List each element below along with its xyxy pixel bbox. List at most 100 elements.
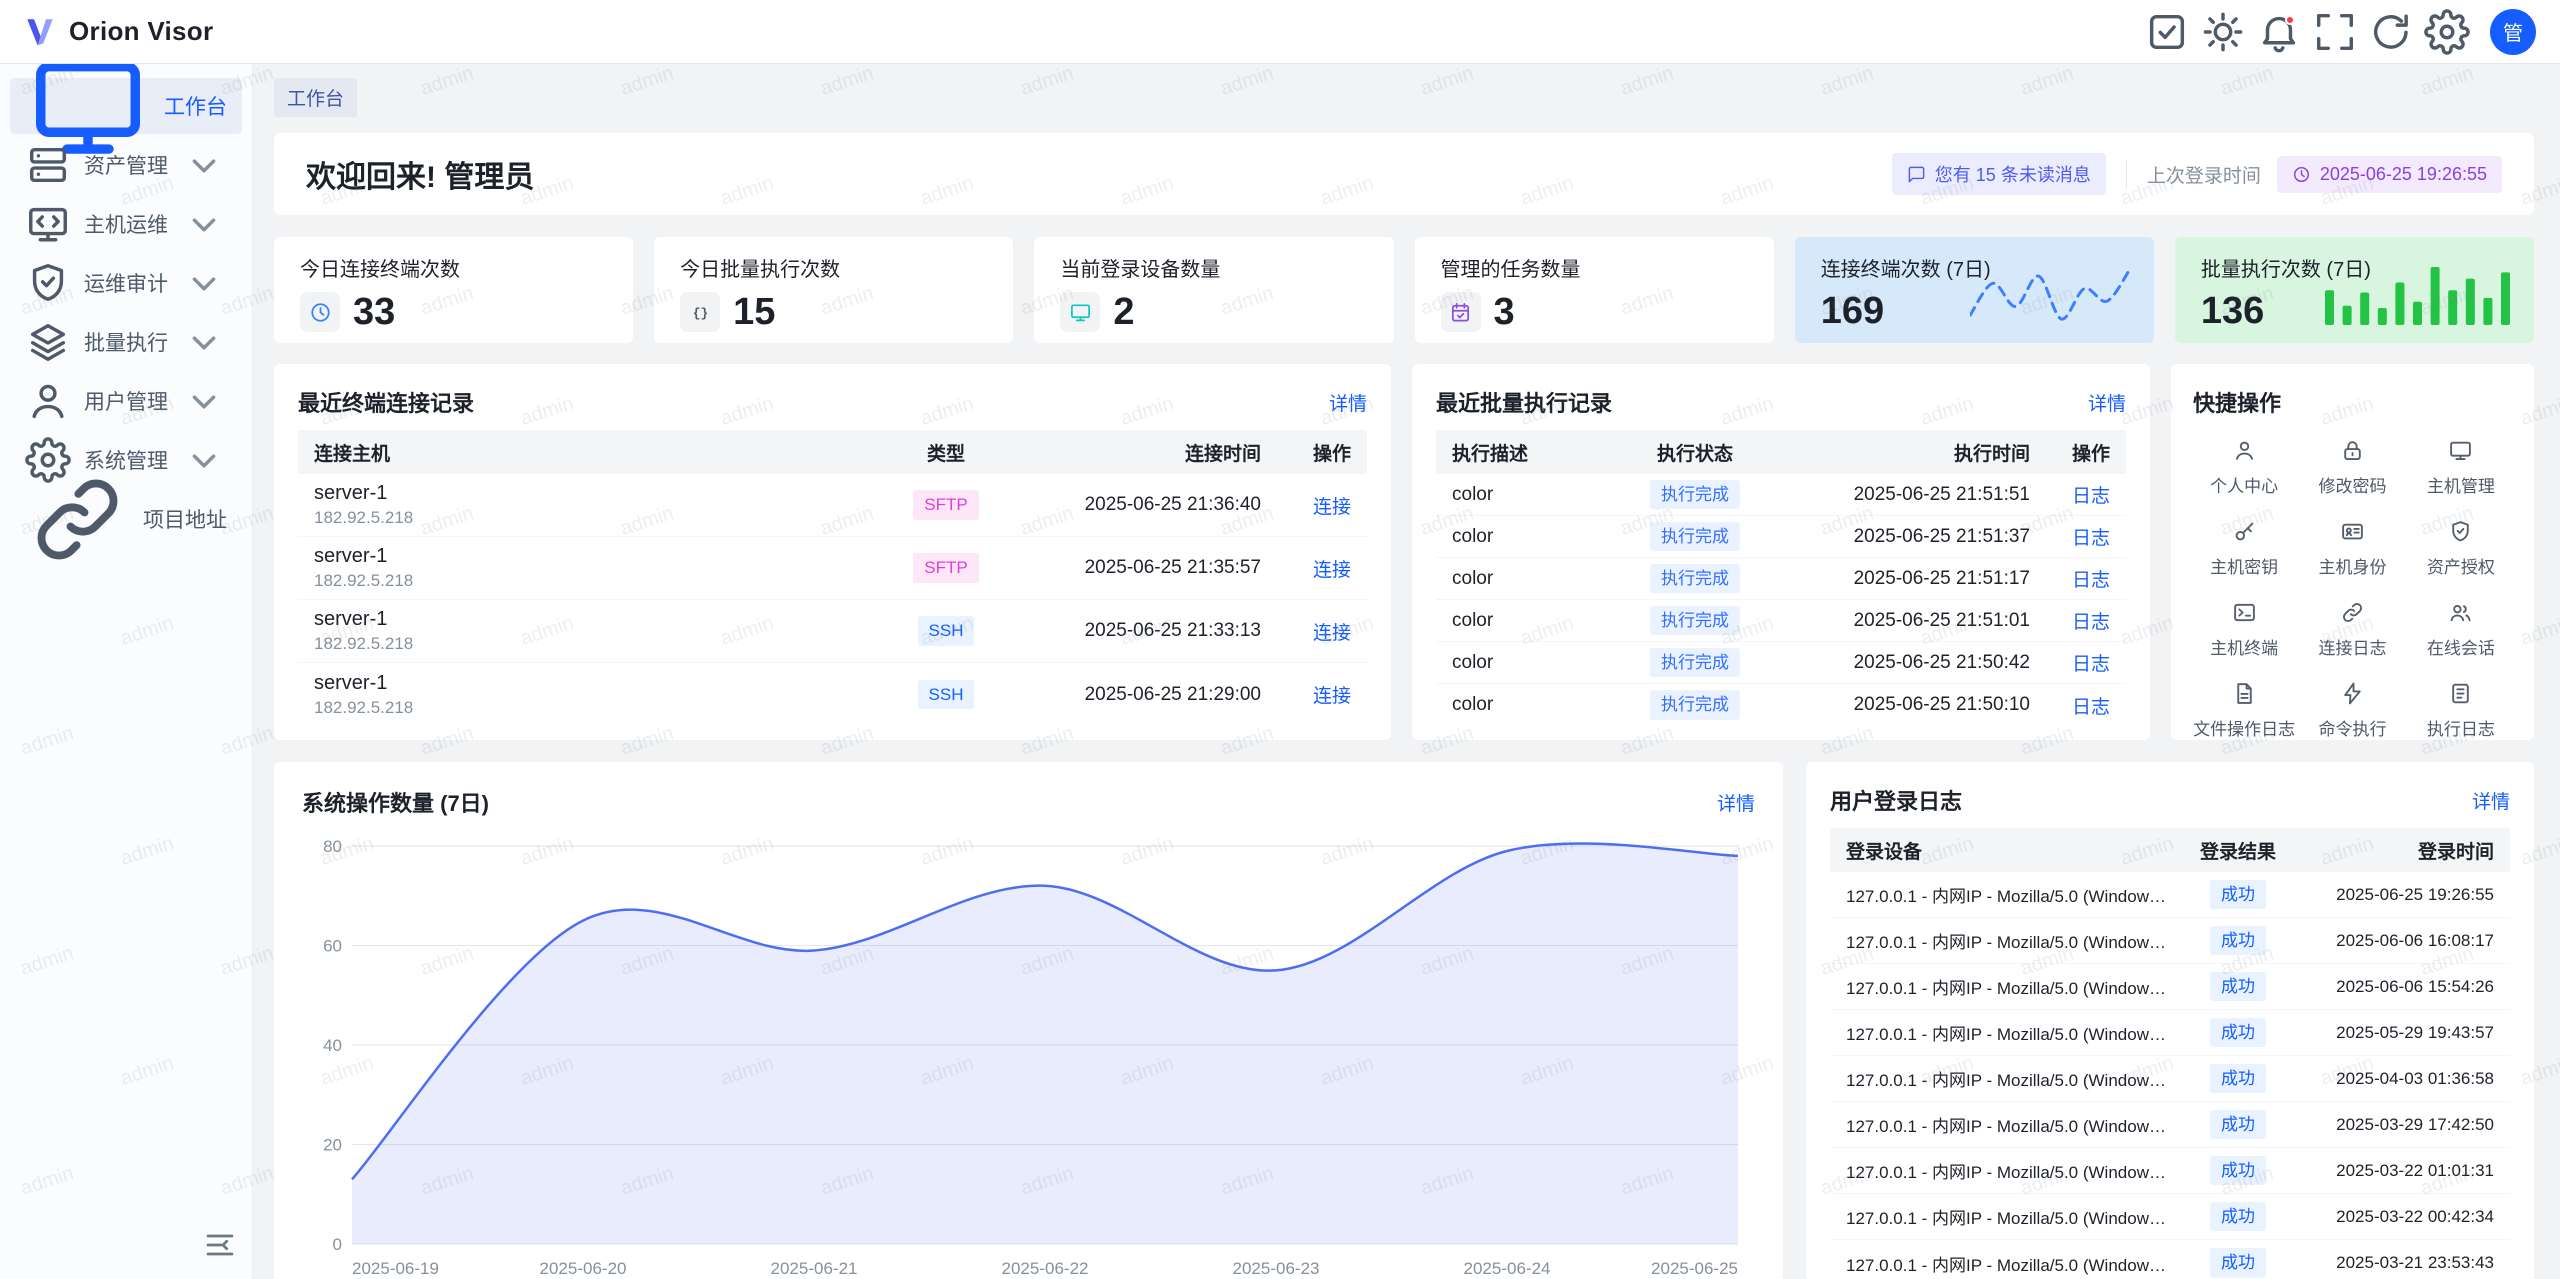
exec-time: 2025-06-25 21:51:17 — [1780, 568, 2030, 590]
stat-value: 33 — [353, 293, 395, 331]
login-device: 127.0.0.1 - 内网IP - Mozilla/5.0 (Windows … — [1846, 882, 2186, 907]
log-link[interactable]: 日志 — [2072, 654, 2110, 675]
column-header: 登录设备 — [1846, 837, 2186, 864]
quick-action-host-keys[interactable]: 主机密钥 — [2193, 519, 2295, 578]
login-table-row: 127.0.0.1 - 内网IP - Mozilla/5.0 (Windows … — [1830, 1148, 2510, 1194]
connect-time: 2025-06-25 21:29:00 — [1011, 684, 1261, 706]
exec-description: color — [1452, 610, 1610, 632]
exec-time: 2025-06-25 21:50:42 — [1780, 652, 2030, 674]
system-chart-detail-link[interactable]: 详情 — [1717, 789, 1755, 816]
login-time: 2025-03-22 00:42:34 — [2290, 1207, 2494, 1227]
panel-check-icon[interactable] — [2144, 9, 2190, 55]
batch-records-detail-link[interactable]: 详情 — [2088, 389, 2126, 416]
login-table-row: 127.0.0.1 - 内网IP - Mozilla/5.0 (Windows … — [1830, 872, 2510, 918]
svg-text:2025-06-23: 2025-06-23 — [1233, 1259, 1320, 1278]
quick-action-asset-authorization[interactable]: 资产授权 — [2410, 519, 2512, 578]
stat-value: 136 — [2201, 292, 2264, 330]
sidebar-item-label: 项目地址 — [143, 504, 227, 534]
quick-action-connection-log[interactable]: 连接日志 — [2301, 600, 2403, 659]
log-link[interactable]: 日志 — [2072, 612, 2110, 633]
sidebar-item-batch-execution[interactable]: 批量执行 — [10, 314, 242, 370]
quick-action-host-terminal[interactable]: 主机终端 — [2193, 600, 2295, 659]
connect-link[interactable]: 连接 — [1313, 623, 1351, 644]
breadcrumb-workbench[interactable]: 工作台 — [274, 78, 357, 117]
system-operations-chart-card: 系统操作数量 (7日) 详情 0204060802025-06-192025-0… — [274, 762, 1783, 1279]
column-header: 执行状态 — [1610, 439, 1780, 466]
login-result-badge: 成功 — [2210, 880, 2266, 909]
quick-action-host-identity[interactable]: 主机身份 — [2301, 519, 2403, 578]
column-header: 登录时间 — [2290, 837, 2494, 864]
login-result-badge: 成功 — [2210, 926, 2266, 955]
login-device: 127.0.0.1 - 内网IP - Mozilla/5.0 (Windows … — [1846, 928, 2186, 953]
fullscreen-icon[interactable] — [2312, 9, 2358, 55]
svg-text:2025-06-20: 2025-06-20 — [540, 1259, 627, 1278]
theme-sun-icon[interactable] — [2200, 9, 2246, 55]
refresh-icon[interactable] — [2368, 9, 2414, 55]
login-device: 127.0.0.1 - 内网IP - Mozilla/5.0 (Windows … — [1846, 1112, 2186, 1137]
batch-table-row: color执行完成2025-06-25 21:51:01日志 — [1436, 600, 2126, 642]
monitor-icon — [2448, 438, 2473, 463]
sidebar-item-host-ops[interactable]: 主机运维 — [10, 196, 242, 252]
batch-table-row: color执行完成2025-06-25 21:51:51日志 — [1436, 474, 2126, 516]
main-content: 工作台 欢迎回来! 管理员 您有 15 条未读消息 上次登录时间 2025-06… — [253, 64, 2560, 1279]
sidebar-item-user-management[interactable]: 用户管理 — [10, 373, 242, 429]
welcome-meta: 您有 15 条未读消息 上次登录时间 2025-06-25 19:26:55 — [1892, 153, 2502, 195]
log-link[interactable]: 日志 — [2072, 697, 2110, 718]
terminal-records-detail-link[interactable]: 详情 — [1329, 389, 1367, 416]
connect-link[interactable]: 连接 — [1313, 497, 1351, 518]
quick-action-change-password[interactable]: 修改密码 — [2301, 438, 2403, 497]
column-header: 类型 — [881, 439, 1011, 466]
quick-action-execution-log[interactable]: 执行日志 — [2410, 681, 2512, 740]
login-logs-detail-link[interactable]: 详情 — [2472, 787, 2510, 814]
monitor-icon — [1060, 292, 1100, 332]
executions-barchart — [2325, 261, 2510, 325]
notification-bell-icon[interactable] — [2256, 9, 2302, 55]
log-link[interactable]: 日志 — [2072, 486, 2110, 507]
card-title: 最近终端连接记录 — [298, 386, 474, 418]
unread-messages-badge[interactable]: 您有 15 条未读消息 — [1892, 153, 2106, 195]
stat-value: 3 — [1494, 293, 1515, 331]
chevron-down-icon — [181, 201, 227, 247]
connect-link[interactable]: 连接 — [1313, 560, 1351, 581]
log-link[interactable]: 日志 — [2072, 528, 2110, 549]
login-device: 127.0.0.1 - 内网IP - Mozilla/5.0 (Windows … — [1846, 1020, 2186, 1045]
exec-time: 2025-06-25 21:51:37 — [1780, 526, 2030, 548]
quick-action-command-execution[interactable]: 命令执行 — [2301, 681, 2403, 740]
sidebar-item-ops-audit[interactable]: 运维审计 — [10, 255, 242, 311]
column-header: 登录结果 — [2186, 837, 2290, 864]
quick-action-file-operation-log[interactable]: 文件操作日志 — [2193, 681, 2295, 740]
terminal-table-row: server-1182.92.5.218SFTP2025-06-25 21:36… — [298, 474, 1367, 537]
exec-time: 2025-06-25 21:51:01 — [1780, 610, 2030, 632]
collapse-sidebar-icon[interactable] — [202, 1227, 238, 1263]
host-ip: 182.92.5.218 — [314, 571, 881, 591]
quick-action-label: 个人中心 — [2210, 472, 2278, 497]
table-body: color执行完成2025-06-25 21:51:51日志color执行完成2… — [1436, 474, 2126, 726]
stat-label: 今日批量执行次数 — [680, 253, 987, 282]
login-table-row: 127.0.0.1 - 内网IP - Mozilla/5.0 (Windows … — [1830, 1240, 2510, 1279]
exec-description: color — [1452, 484, 1610, 506]
app-title: Orion Visor — [69, 16, 213, 47]
user-avatar[interactable]: 管 — [2490, 9, 2536, 55]
svg-text:2025-06-25: 2025-06-25 — [1651, 1259, 1738, 1278]
chevron-down-icon — [181, 260, 227, 306]
settings-gear-icon[interactable] — [2424, 9, 2470, 55]
terminal-table-row: server-1182.92.5.218SFTP2025-06-25 21:35… — [298, 537, 1367, 600]
breadcrumb: 工作台 — [274, 78, 2534, 117]
bell-icon — [2256, 9, 2302, 55]
login-device: 127.0.0.1 - 内网IP - Mozilla/5.0 (Windows … — [1846, 1066, 2186, 1091]
log-link[interactable]: 日志 — [2072, 570, 2110, 591]
terminal-table-row: server-1182.92.5.218SSH2025-06-25 21:33:… — [298, 600, 1367, 663]
sidebar-item-project-link[interactable]: 项目地址 — [10, 491, 242, 547]
column-header: 连接主机 — [314, 439, 881, 466]
table-header: 登录设备登录结果登录时间 — [1830, 828, 2510, 872]
servers-icon — [25, 142, 71, 188]
sidebar-item-label: 主机运维 — [84, 209, 168, 239]
protocol-badge: SSH — [918, 680, 975, 709]
quick-action-host-management[interactable]: 主机管理 — [2410, 438, 2512, 497]
sidebar-item-workbench[interactable]: 工作台 — [10, 78, 242, 134]
notification-dot — [2285, 15, 2295, 25]
exec-description: color — [1452, 694, 1610, 716]
connect-link[interactable]: 连接 — [1313, 686, 1351, 707]
quick-action-online-sessions[interactable]: 在线会话 — [2410, 600, 2512, 659]
quick-action-personal-center[interactable]: 个人中心 — [2193, 438, 2295, 497]
